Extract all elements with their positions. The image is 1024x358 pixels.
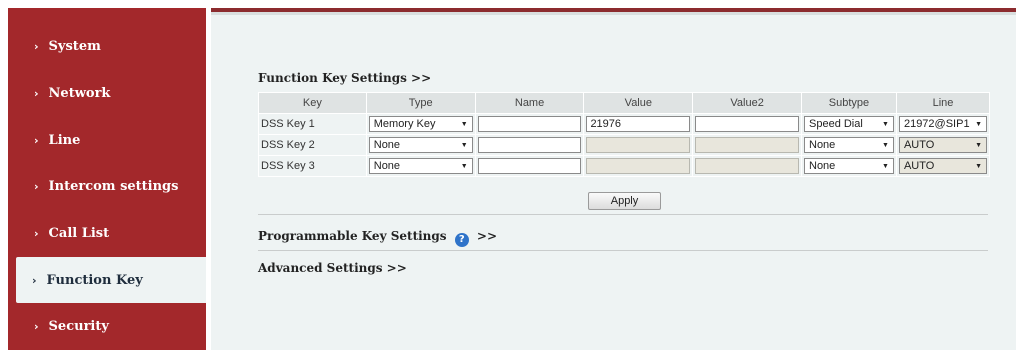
chevron-right-icon: › (34, 133, 39, 147)
programmable-key-settings-label: Programmable Key Settings (258, 229, 447, 243)
sidebar-item-label: Intercom settings (48, 178, 179, 194)
value-input (586, 137, 691, 153)
value2-input (695, 137, 799, 153)
sidebar-item-label: Call List (48, 225, 110, 241)
name-input[interactable] (477, 137, 582, 153)
help-icon[interactable]: ? (454, 233, 469, 247)
type-select[interactable]: None ▼ (368, 137, 473, 153)
dropdown-arrow-icon: ▼ (975, 141, 982, 149)
line-select: AUTO ▼ (898, 137, 987, 153)
sidebar-item-label: Network (48, 85, 111, 101)
column-header-line: Line (895, 92, 991, 114)
dropdown-arrow-icon: ▼ (460, 141, 468, 149)
dropdown-arrow-icon: ▼ (975, 162, 982, 170)
dropdown-arrow-icon: ▼ (975, 120, 982, 128)
value2-input (695, 158, 799, 174)
subtype-select-value: None (809, 160, 836, 172)
key-label: DSS Key 3 (258, 155, 367, 177)
line-select[interactable]: 21972@SIP1 ▼ (898, 116, 987, 132)
table-row: DSS Key 1 Memory Key ▼ 21976 Speed Dial ▼ … (258, 113, 991, 135)
column-header-subtype: Subtype (801, 92, 897, 114)
sidebar-item-intercom-settings[interactable]: › Intercom settings (8, 163, 206, 209)
column-header-type: Type (365, 92, 476, 114)
line-select-value: AUTO (903, 160, 935, 172)
chevron-right-icon: › (34, 179, 39, 193)
table-row: DSS Key 2 None ▼ None ▼ AUTO ▼ (258, 134, 991, 156)
function-key-table: Key Type Name Value Value2 Subtype Line … (258, 92, 991, 177)
subtype-select[interactable]: None ▼ (804, 158, 894, 174)
sidebar-item-call-list[interactable]: › Call List (8, 210, 206, 256)
chevron-right-icon: › (34, 319, 39, 333)
divider (258, 250, 988, 251)
dropdown-arrow-icon: ▼ (882, 141, 889, 149)
key-label: DSS Key 2 (258, 134, 367, 156)
subtype-select[interactable]: Speed Dial ▼ (804, 116, 894, 132)
sidebar-item-function-key[interactable]: › Function Key (16, 257, 206, 303)
column-header-value2: Value2 (692, 92, 802, 114)
type-select[interactable]: Memory Key ▼ (368, 116, 473, 132)
sidebar-item-label: Function Key (46, 272, 143, 288)
programmable-key-settings-title[interactable]: Programmable Key Settings ? >> (258, 229, 497, 247)
line-select-value: 21972@SIP1 (903, 118, 970, 130)
dropdown-arrow-icon: ▼ (882, 120, 889, 128)
value-input[interactable]: 21976 (586, 116, 691, 132)
type-select-value: None (373, 139, 401, 151)
value-input (586, 158, 691, 174)
sidebar-item-line[interactable]: › Line (8, 117, 206, 163)
divider (258, 214, 988, 215)
key-label: DSS Key 1 (258, 113, 367, 135)
column-header-key: Key (258, 92, 367, 114)
table-row: DSS Key 3 None ▼ None ▼ AUTO ▼ (258, 155, 991, 177)
function-key-settings-title[interactable]: Function Key Settings >> (258, 71, 431, 85)
sidebar-item-label: System (48, 38, 101, 54)
dropdown-arrow-icon: ▼ (882, 162, 889, 170)
sidebar-item-label: Line (48, 132, 81, 148)
sidebar-item-system[interactable]: › System (8, 23, 206, 69)
sidebar: › System › Network › Line › Intercom set… (8, 8, 206, 350)
sidebar-item-security[interactable]: › Security (8, 303, 206, 349)
type-select-value: None (373, 160, 401, 172)
dropdown-arrow-icon: ▼ (460, 162, 468, 170)
header-shadow (211, 12, 1016, 15)
sidebar-item-label: Security (48, 318, 109, 334)
column-header-name: Name (474, 92, 585, 114)
line-select-value: AUTO (903, 139, 935, 151)
type-select-value: Memory Key (373, 118, 436, 130)
chevron-right-icon: › (34, 86, 39, 100)
sidebar-item-network[interactable]: › Network (8, 70, 206, 116)
dropdown-arrow-icon: ▼ (460, 120, 468, 128)
advanced-settings-title[interactable]: Advanced Settings >> (258, 261, 407, 275)
expand-suffix: >> (476, 229, 498, 243)
table-header-row: Key Type Name Value Value2 Subtype Line (258, 92, 991, 114)
name-input[interactable] (477, 116, 582, 132)
subtype-select-value: None (809, 139, 836, 151)
chevron-right-icon: › (34, 226, 39, 240)
value2-input[interactable] (695, 116, 799, 132)
main-content: Function Key Settings >> Key Type Name V… (211, 8, 1016, 350)
type-select[interactable]: None ▼ (368, 158, 473, 174)
line-select: AUTO ▼ (898, 158, 987, 174)
chevron-right-icon: › (34, 39, 39, 53)
name-input[interactable] (477, 158, 582, 174)
column-header-value: Value (583, 92, 694, 114)
chevron-right-icon: › (32, 273, 37, 287)
subtype-select-value: Speed Dial (809, 118, 863, 130)
apply-button[interactable]: Apply (588, 192, 661, 210)
subtype-select[interactable]: None ▼ (804, 137, 894, 153)
